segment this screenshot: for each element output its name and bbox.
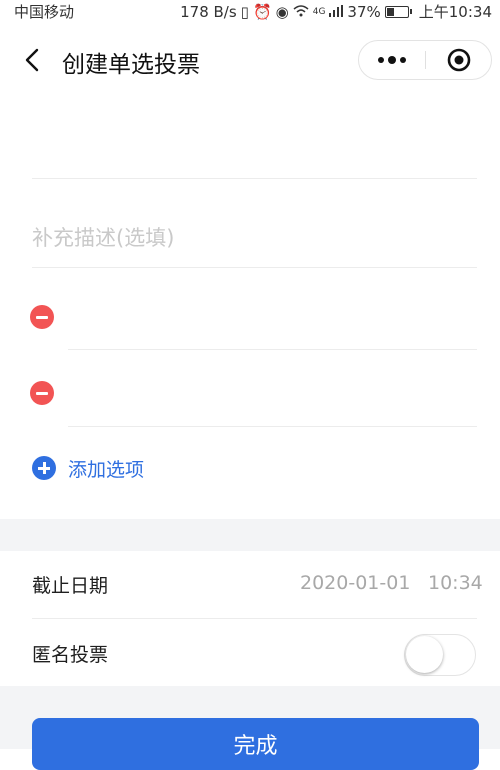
network-speed: 178 B/s (180, 2, 237, 21)
deadline-label: 截止日期 (32, 575, 109, 597)
remove-option-button[interactable] (30, 305, 54, 329)
section-separator (0, 519, 500, 551)
more-dots-icon (378, 56, 406, 64)
remove-option-button[interactable] (30, 381, 54, 405)
back-button[interactable] (22, 48, 42, 72)
alarm-icon: ⏰ (252, 2, 272, 21)
divider (32, 618, 477, 619)
divider (32, 178, 477, 179)
battery-percent: 37% (347, 2, 381, 21)
anonymous-toggle[interactable] (404, 634, 476, 676)
option-input[interactable] (68, 299, 473, 335)
divider (68, 349, 477, 350)
mini-program-capsule (358, 40, 492, 80)
anonymous-label: 匿名投票 (32, 644, 109, 666)
description-input[interactable]: 补充描述(选填) (32, 218, 477, 256)
option-input[interactable] (68, 375, 473, 411)
signal-icon (329, 3, 344, 21)
vibrate-icon: ▯ (240, 2, 249, 21)
deadline-date-value[interactable]: 2020-01-01 (300, 572, 410, 594)
done-button[interactable]: 完成 (32, 718, 479, 770)
network-type-label: 4G (312, 6, 326, 17)
divider (32, 267, 477, 268)
option-row (30, 305, 477, 345)
more-button[interactable] (359, 41, 425, 79)
page-title: 创建单选投票 (62, 52, 200, 78)
target-icon (447, 48, 471, 72)
deadline-row[interactable]: 截止日期 2020-01-01 10:34 (0, 551, 500, 617)
vote-title-input[interactable] (32, 120, 477, 170)
status-bar-right: 178 B/s ▯ ⏰ ◉ 4G 37% 上午10:34 (180, 1, 492, 22)
divider (68, 426, 477, 427)
carrier-name: 中国移动 (14, 3, 75, 21)
anonymous-row: 匿名投票 (0, 620, 500, 686)
status-bar: 中国移动 178 B/s ▯ ⏰ ◉ 4G 37% 上午10:34 (0, 0, 500, 22)
wifi-icon (293, 3, 309, 21)
add-option-label: 添加选项 (68, 458, 145, 481)
toggle-knob (406, 636, 443, 673)
battery-icon (384, 5, 412, 18)
chevron-left-icon (25, 48, 39, 72)
clock: 上午10:34 (418, 3, 492, 21)
plus-circle-icon (32, 456, 56, 480)
deadline-time-value[interactable]: 10:34 (428, 572, 483, 594)
option-row (30, 381, 477, 421)
navigation-bar: 创建单选投票 (0, 36, 500, 84)
close-mini-program-button[interactable] (426, 41, 492, 79)
eye-icon: ◉ (275, 2, 289, 21)
add-option-button[interactable]: 添加选项 (32, 455, 144, 481)
